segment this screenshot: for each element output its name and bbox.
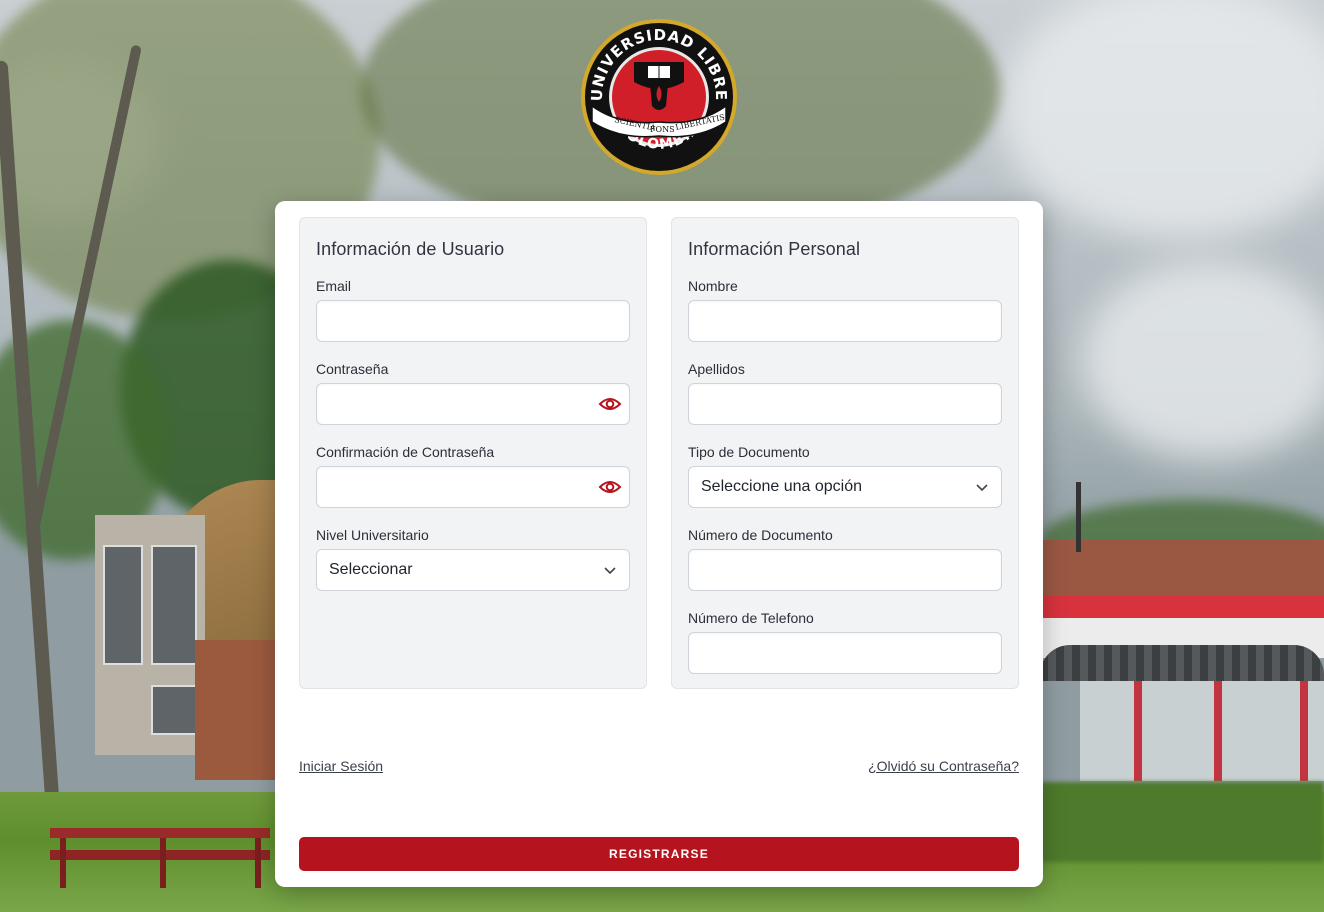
forgot-password-link[interactable]: ¿Olvidó su Contraseña? — [868, 758, 1019, 774]
lastname-label: Apellidos — [688, 361, 745, 377]
personal-info-panel: Información Personal Nombre Apellidos Ti… — [671, 217, 1019, 689]
confirm-password-input[interactable] — [316, 466, 630, 508]
name-input[interactable] — [688, 300, 1002, 342]
doc-number-input[interactable] — [688, 549, 1002, 591]
password-field-group: Contraseña — [316, 361, 630, 425]
eye-icon[interactable] — [598, 476, 622, 498]
name-field-group: Nombre — [688, 278, 1002, 342]
svg-text:FONS: FONS — [650, 125, 675, 134]
email-input[interactable] — [316, 300, 630, 342]
confirm-password-label: Confirmación de Contraseña — [316, 444, 495, 460]
personal-info-title: Información Personal — [688, 239, 861, 259]
user-info-panel: Información de Usuario Email Contraseña … — [299, 217, 647, 689]
name-label: Nombre — [688, 278, 738, 294]
eye-icon[interactable] — [598, 393, 622, 415]
login-link[interactable]: Iniciar Sesión — [299, 758, 383, 774]
auth-links: Iniciar Sesión ¿Olvidó su Contraseña? — [299, 758, 1019, 778]
university-logo: UNIVERSIDAD LIBRE COLOMBIA SCIENTIA FONS… — [580, 18, 738, 176]
doc-type-label: Tipo de Documento — [688, 444, 810, 460]
level-select-value: Seleccionar — [329, 561, 413, 578]
phone-label: Número de Telefono — [688, 610, 814, 626]
chevron-down-icon — [604, 567, 616, 575]
user-info-title: Información de Usuario — [316, 239, 505, 259]
lastname-input[interactable] — [688, 383, 1002, 425]
doc-type-field-group: Tipo de Documento Seleccione una opción — [688, 444, 1002, 508]
phone-field-group: Número de Telefono — [688, 610, 1002, 674]
doc-number-field-group: Número de Documento — [688, 527, 1002, 591]
phone-input[interactable] — [688, 632, 1002, 674]
doc-type-select-value: Seleccione una opción — [701, 478, 863, 495]
chevron-down-icon — [976, 484, 988, 492]
password-label: Contraseña — [316, 361, 389, 377]
doc-type-select[interactable]: Seleccione una opción — [688, 466, 1002, 508]
email-field-group: Email — [316, 278, 630, 342]
password-input[interactable] — [316, 383, 630, 425]
confirm-password-field-group: Confirmación de Contraseña — [316, 444, 630, 508]
doc-number-label: Número de Documento — [688, 527, 833, 543]
register-button[interactable]: REGISTRARSE — [299, 837, 1019, 871]
level-field-group: Nivel Universitario Seleccionar — [316, 527, 630, 591]
level-select[interactable]: Seleccionar — [316, 549, 630, 591]
registration-card: Información de Usuario Email Contraseña … — [275, 201, 1043, 887]
level-label: Nivel Universitario — [316, 527, 429, 543]
lastname-field-group: Apellidos — [688, 361, 1002, 425]
email-label: Email — [316, 278, 352, 294]
